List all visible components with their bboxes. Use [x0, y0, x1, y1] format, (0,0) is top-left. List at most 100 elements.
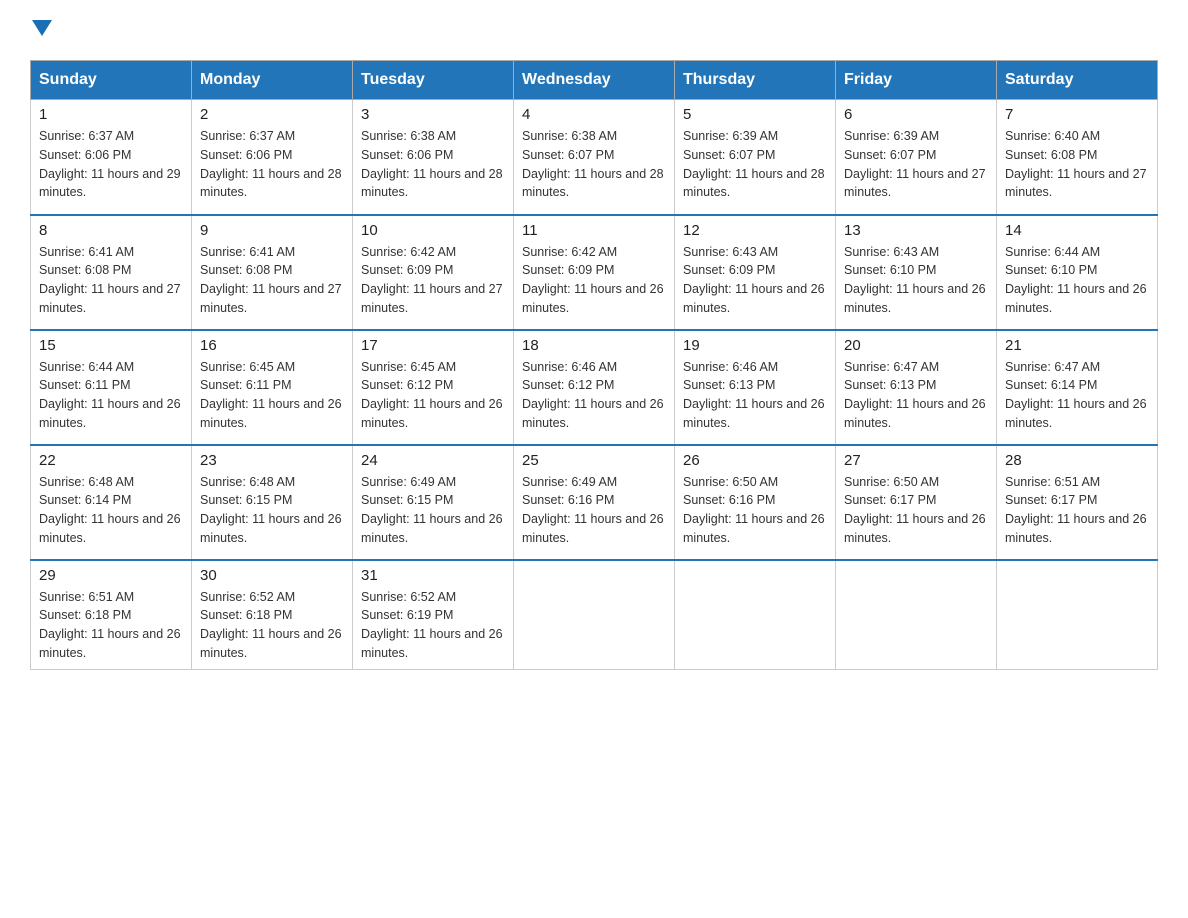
calendar-cell: 9 Sunrise: 6:41 AMSunset: 6:08 PMDaylight…	[192, 215, 353, 330]
day-number: 1	[39, 106, 183, 123]
calendar-cell: 26 Sunrise: 6:50 AMSunset: 6:16 PMDayligh…	[675, 445, 836, 560]
header-saturday: Saturday	[997, 61, 1158, 100]
header-sunday: Sunday	[31, 61, 192, 100]
calendar-cell	[836, 560, 997, 670]
day-info: Sunrise: 6:37 AMSunset: 6:06 PMDaylight:…	[200, 127, 344, 202]
day-number: 20	[844, 337, 988, 354]
day-number: 22	[39, 452, 183, 469]
calendar-cell: 2 Sunrise: 6:37 AMSunset: 6:06 PMDaylight…	[192, 100, 353, 215]
day-number: 4	[522, 106, 666, 123]
day-number: 29	[39, 567, 183, 584]
day-number: 30	[200, 567, 344, 584]
calendar-cell: 5 Sunrise: 6:39 AMSunset: 6:07 PMDaylight…	[675, 100, 836, 215]
calendar-cell: 28Sunrise: 6:51 AMSunset: 6:17 PMDayligh…	[997, 445, 1158, 560]
calendar-cell: 1 Sunrise: 6:37 AMSunset: 6:06 PMDaylight…	[31, 100, 192, 215]
calendar-cell: 4 Sunrise: 6:38 AMSunset: 6:07 PMDaylight…	[514, 100, 675, 215]
calendar-cell: 10Sunrise: 6:42 AMSunset: 6:09 PMDayligh…	[353, 215, 514, 330]
day-info: Sunrise: 6:45 AMSunset: 6:12 PMDaylight:…	[361, 358, 505, 433]
day-info: Sunrise: 6:46 AMSunset: 6:13 PMDaylight:…	[683, 358, 827, 433]
day-info: Sunrise: 6:47 AMSunset: 6:14 PMDaylight:…	[1005, 358, 1149, 433]
calendar-cell: 24 Sunrise: 6:49 AMSunset: 6:15 PMDayligh…	[353, 445, 514, 560]
calendar-cell: 29 Sunrise: 6:51 AMSunset: 6:18 PMDayligh…	[31, 560, 192, 670]
day-info: Sunrise: 6:52 AMSunset: 6:19 PMDaylight:…	[361, 588, 505, 663]
day-number: 23	[200, 452, 344, 469]
calendar-cell: 17 Sunrise: 6:45 AMSunset: 6:12 PMDayligh…	[353, 330, 514, 445]
calendar-cell: 23 Sunrise: 6:48 AMSunset: 6:15 PMDayligh…	[192, 445, 353, 560]
day-number: 12	[683, 222, 827, 239]
day-info: Sunrise: 6:49 AMSunset: 6:15 PMDaylight:…	[361, 473, 505, 548]
day-number: 16	[200, 337, 344, 354]
logo-triangle-icon	[32, 20, 52, 36]
calendar-cell: 20Sunrise: 6:47 AMSunset: 6:13 PMDayligh…	[836, 330, 997, 445]
calendar-cell: 12 Sunrise: 6:43 AMSunset: 6:09 PMDayligh…	[675, 215, 836, 330]
day-number: 6	[844, 106, 988, 123]
calendar-cell: 3 Sunrise: 6:38 AMSunset: 6:06 PMDaylight…	[353, 100, 514, 215]
calendar-cell: 8 Sunrise: 6:41 AMSunset: 6:08 PMDaylight…	[31, 215, 192, 330]
calendar-cell	[514, 560, 675, 670]
page-header	[30, 20, 1158, 42]
header-row: SundayMondayTuesdayWednesdayThursdayFrid…	[31, 61, 1158, 100]
day-info: Sunrise: 6:50 AMSunset: 6:16 PMDaylight:…	[683, 473, 827, 548]
day-info: Sunrise: 6:42 AMSunset: 6:09 PMDaylight:…	[361, 243, 505, 318]
calendar-cell: 7Sunrise: 6:40 AMSunset: 6:08 PMDaylight…	[997, 100, 1158, 215]
day-number: 9	[200, 222, 344, 239]
calendar-cell: 22 Sunrise: 6:48 AMSunset: 6:14 PMDayligh…	[31, 445, 192, 560]
day-number: 7	[1005, 106, 1149, 123]
day-number: 5	[683, 106, 827, 123]
day-number: 13	[844, 222, 988, 239]
day-number: 31	[361, 567, 505, 584]
day-info: Sunrise: 6:41 AMSunset: 6:08 PMDaylight:…	[200, 243, 344, 318]
calendar-cell: 27 Sunrise: 6:50 AMSunset: 6:17 PMDayligh…	[836, 445, 997, 560]
header-monday: Monday	[192, 61, 353, 100]
day-info: Sunrise: 6:52 AMSunset: 6:18 PMDaylight:…	[200, 588, 344, 663]
day-info: Sunrise: 6:38 AMSunset: 6:06 PMDaylight:…	[361, 127, 505, 202]
calendar-cell	[675, 560, 836, 670]
calendar-table: SundayMondayTuesdayWednesdayThursdayFrid…	[30, 60, 1158, 670]
day-info: Sunrise: 6:49 AMSunset: 6:16 PMDaylight:…	[522, 473, 666, 548]
day-info: Sunrise: 6:44 AMSunset: 6:11 PMDaylight:…	[39, 358, 183, 433]
day-number: 28	[1005, 452, 1149, 469]
calendar-week-row: 8 Sunrise: 6:41 AMSunset: 6:08 PMDaylight…	[31, 215, 1158, 330]
day-number: 19	[683, 337, 827, 354]
calendar-cell: 19 Sunrise: 6:46 AMSunset: 6:13 PMDayligh…	[675, 330, 836, 445]
day-info: Sunrise: 6:48 AMSunset: 6:14 PMDaylight:…	[39, 473, 183, 548]
day-number: 17	[361, 337, 505, 354]
calendar-week-row: 29 Sunrise: 6:51 AMSunset: 6:18 PMDayligh…	[31, 560, 1158, 670]
calendar-cell: 21 Sunrise: 6:47 AMSunset: 6:14 PMDayligh…	[997, 330, 1158, 445]
day-info: Sunrise: 6:38 AMSunset: 6:07 PMDaylight:…	[522, 127, 666, 202]
day-number: 24	[361, 452, 505, 469]
calendar-cell: 25 Sunrise: 6:49 AMSunset: 6:16 PMDayligh…	[514, 445, 675, 560]
header-friday: Friday	[836, 61, 997, 100]
day-number: 8	[39, 222, 183, 239]
day-number: 27	[844, 452, 988, 469]
header-wednesday: Wednesday	[514, 61, 675, 100]
day-info: Sunrise: 6:46 AMSunset: 6:12 PMDaylight:…	[522, 358, 666, 433]
calendar-week-row: 22 Sunrise: 6:48 AMSunset: 6:14 PMDayligh…	[31, 445, 1158, 560]
day-info: Sunrise: 6:50 AMSunset: 6:17 PMDaylight:…	[844, 473, 988, 548]
day-info: Sunrise: 6:44 AMSunset: 6:10 PMDaylight:…	[1005, 243, 1149, 318]
day-number: 2	[200, 106, 344, 123]
day-info: Sunrise: 6:39 AMSunset: 6:07 PMDaylight:…	[844, 127, 988, 202]
calendar-cell: 30 Sunrise: 6:52 AMSunset: 6:18 PMDayligh…	[192, 560, 353, 670]
calendar-cell	[997, 560, 1158, 670]
day-info: Sunrise: 6:37 AMSunset: 6:06 PMDaylight:…	[39, 127, 183, 202]
logo	[30, 20, 52, 42]
day-number: 25	[522, 452, 666, 469]
day-number: 3	[361, 106, 505, 123]
day-number: 26	[683, 452, 827, 469]
day-number: 21	[1005, 337, 1149, 354]
day-number: 11	[522, 222, 666, 239]
day-info: Sunrise: 6:42 AMSunset: 6:09 PMDaylight:…	[522, 243, 666, 318]
day-info: Sunrise: 6:51 AMSunset: 6:18 PMDaylight:…	[39, 588, 183, 663]
day-info: Sunrise: 6:48 AMSunset: 6:15 PMDaylight:…	[200, 473, 344, 548]
calendar-cell: 11 Sunrise: 6:42 AMSunset: 6:09 PMDayligh…	[514, 215, 675, 330]
day-info: Sunrise: 6:41 AMSunset: 6:08 PMDaylight:…	[39, 243, 183, 318]
day-info: Sunrise: 6:43 AMSunset: 6:09 PMDaylight:…	[683, 243, 827, 318]
day-number: 18	[522, 337, 666, 354]
day-info: Sunrise: 6:39 AMSunset: 6:07 PMDaylight:…	[683, 127, 827, 202]
calendar-cell: 15 Sunrise: 6:44 AMSunset: 6:11 PMDayligh…	[31, 330, 192, 445]
calendar-cell: 18 Sunrise: 6:46 AMSunset: 6:12 PMDayligh…	[514, 330, 675, 445]
calendar-cell: 31 Sunrise: 6:52 AMSunset: 6:19 PMDayligh…	[353, 560, 514, 670]
day-number: 14	[1005, 222, 1149, 239]
day-number: 15	[39, 337, 183, 354]
